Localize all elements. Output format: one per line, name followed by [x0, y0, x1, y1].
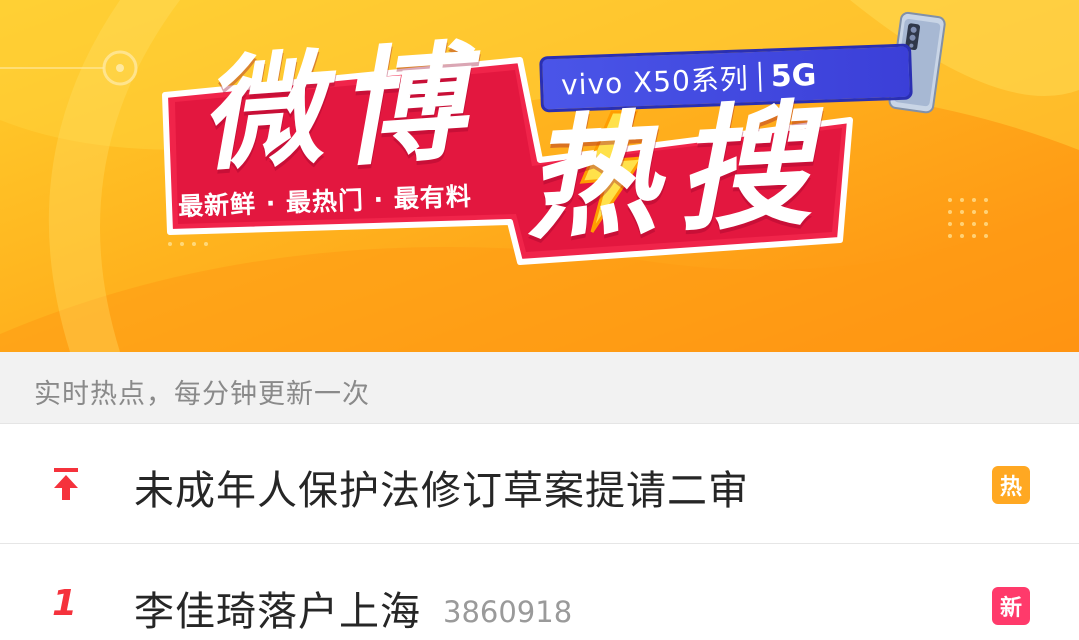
- hot-topic-text: 未成年人保护法修订草案提请二审: [134, 468, 749, 514]
- hot-list-item-title: 未成年人保护法修订草案提请二审: [134, 458, 749, 516]
- banner-title-char-2: 博: [332, 28, 469, 185]
- banner-title-char-3: 热: [521, 97, 661, 259]
- hot-badge: 热: [992, 466, 1030, 504]
- hot-list-item-title: 李佳琦落户上海 3860918: [134, 579, 572, 637]
- weibo-hot-search-page: vivo X50系列 5G 微 博 热 搜 最新鲜 · 最热门 · 最有料 实时…: [0, 0, 1079, 640]
- hot-topic-text: 李佳琦落户上海: [134, 589, 421, 635]
- rank-number: 1: [52, 583, 78, 624]
- subheader-text: 实时热点，每分钟更新一次: [34, 379, 370, 410]
- heat-count: 3860918: [443, 595, 573, 629]
- hot-list-item-pinned[interactable]: 未成年人保护法修订草案提请二审 热: [0, 424, 1079, 544]
- banner-title-char-4: 搜: [672, 87, 815, 251]
- sponsor-divider: [758, 61, 762, 92]
- banner-title-char-1: 微: [195, 37, 327, 189]
- hot-search-banner[interactable]: vivo X50系列 5G 微 博 热 搜 最新鲜 · 最热门 · 最有料: [0, 0, 1079, 352]
- pin-top-icon: [54, 468, 78, 500]
- realtime-subheader: 实时热点，每分钟更新一次: [0, 352, 1079, 424]
- hot-list-item-1[interactable]: 1 李佳琦落户上海 3860918 新: [0, 545, 1079, 640]
- new-badge: 新: [992, 587, 1030, 625]
